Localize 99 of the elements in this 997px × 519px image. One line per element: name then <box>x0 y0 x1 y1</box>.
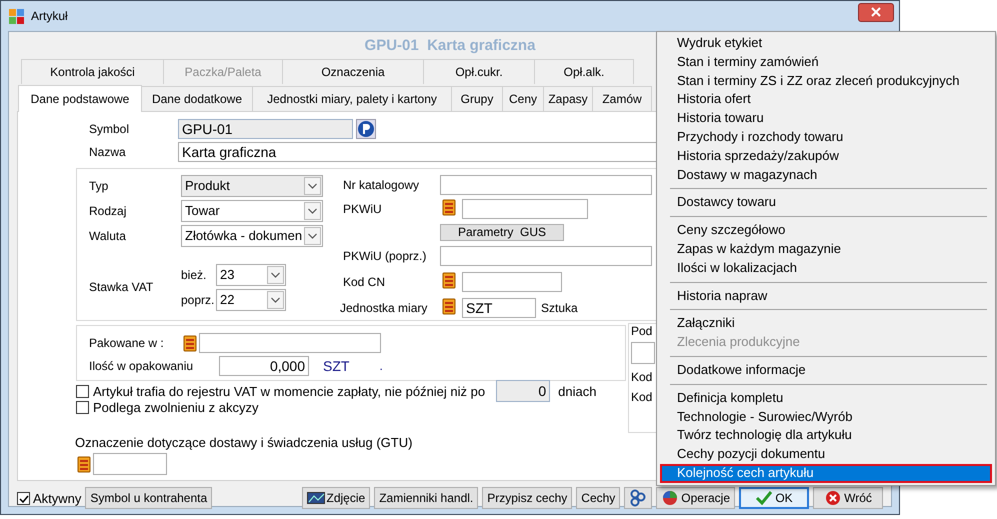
check-icon <box>755 489 774 507</box>
text-field[interactable] <box>462 272 562 292</box>
text-field[interactable] <box>440 175 652 195</box>
dot-mark: . <box>379 359 383 373</box>
group-title: Pod <box>631 324 654 338</box>
menu-item[interactable]: Twórz technologię dla artykułu <box>657 426 995 446</box>
field-label: Kod CN <box>343 275 386 289</box>
links-button[interactable] <box>624 487 652 509</box>
button[interactable]: Symbol u kontrahenta <box>85 487 212 509</box>
unit-description: Sztuka <box>541 300 579 314</box>
menu-item[interactable]: Dostawy w magazynach <box>657 166 995 184</box>
text-field[interactable]: 0,000 <box>219 356 309 376</box>
checkbox-label: Podlega zwolnieniu z akcyzy <box>93 400 258 414</box>
rings-icon <box>629 489 648 507</box>
menu-item[interactable]: Dostawcy towaru <box>657 193 995 212</box>
field-label: Nr katalogowy <box>343 178 420 192</box>
menu-item[interactable]: Historia ofert <box>657 90 995 110</box>
field-label: PKWiU <box>343 202 383 216</box>
text-field[interactable] <box>462 199 588 219</box>
checkbox[interactable] <box>76 384 89 398</box>
text-field[interactable] <box>440 246 652 266</box>
close-button[interactable] <box>858 2 894 22</box>
checkbox[interactable] <box>17 492 30 504</box>
cancel-button[interactable]: Wróć <box>813 487 883 509</box>
tab[interactable]: Dane podstawowe <box>18 85 142 112</box>
field-label: Rodzaj <box>89 204 128 218</box>
field-label: bież. <box>181 268 208 282</box>
list-book-icon[interactable] <box>440 198 458 217</box>
dropdown[interactable]: 22 <box>216 288 286 310</box>
dropdown[interactable]: 23 <box>216 264 286 286</box>
button[interactable]: Zamienniki handl. <box>374 487 478 509</box>
app-logo-icon <box>8 8 25 24</box>
menu-item[interactable]: Przychody i rozchody towaru <box>657 128 995 147</box>
menu-item[interactable]: Załączniki <box>657 314 995 334</box>
unit-text: SZT <box>323 358 350 374</box>
checkbox-label: Aktywny <box>33 490 82 506</box>
caret-icon[interactable] <box>267 290 284 308</box>
checkbox[interactable] <box>76 400 89 414</box>
field-label: PKWiU (poprz.) <box>343 249 428 263</box>
text-field[interactable] <box>631 342 655 364</box>
operations-button[interactable]: Operacje <box>656 487 735 509</box>
text-field[interactable] <box>199 333 381 353</box>
list-book-icon[interactable] <box>75 454 93 474</box>
picture-icon <box>306 490 324 506</box>
checkbox-label: Artykuł trafia do rejestru VAT w momencie zapłaty, nie później niż po <box>93 384 486 398</box>
menu-item[interactable]: Wydruk etykiet <box>657 34 995 53</box>
article-heading: GPU-01 Karta graficzna <box>364 36 536 54</box>
menu-item[interactable]: Cechy pozycji dokumentu <box>657 445 995 464</box>
field-label: Jednostka miary <box>340 300 428 314</box>
list-book-icon[interactable] <box>440 296 458 316</box>
field-label: Nazwa <box>89 145 127 159</box>
caret-icon[interactable] <box>304 226 321 244</box>
tab[interactable]: Zamów <box>592 86 652 111</box>
button[interactable]: Cechy <box>576 487 620 509</box>
menu-item[interactable]: Historia towaru <box>657 109 995 128</box>
gus-parameters-button[interactable]: Parametry GUS <box>440 224 564 240</box>
window-title: Artykuł <box>31 9 68 23</box>
field-label: Ilość w opakowaniu <box>89 359 194 373</box>
pie-icon <box>661 489 680 507</box>
menu-item[interactable]: Ceny szczegółowo <box>657 221 995 240</box>
field-label: Kod <box>631 370 654 384</box>
text-field[interactable]: 0 <box>496 380 550 402</box>
menu-item[interactable]: Stan i terminy zamówień <box>657 52 995 72</box>
text-field[interactable]: SZT <box>462 298 536 318</box>
check-icon <box>18 492 29 504</box>
dropdown[interactable]: Towar <box>181 200 323 222</box>
days-label: dniach <box>558 384 596 398</box>
list-book-icon[interactable] <box>181 334 199 352</box>
text-field[interactable] <box>93 453 167 475</box>
tab[interactable]: Opł.alk. <box>534 59 634 84</box>
caret-icon[interactable] <box>267 266 284 284</box>
menu-item[interactable]: Historia sprzedaży/zakupów <box>657 146 995 166</box>
field-label: Kod <box>631 390 654 404</box>
list-book-icon[interactable] <box>440 271 458 290</box>
menu-item[interactable]: Zapas w każdym magazynie <box>657 240 995 259</box>
field-label: Oznaczenie dotyczące dostawy i świadczenia usług (GTU) <box>75 435 414 452</box>
ok-button[interactable]: OK <box>739 487 809 509</box>
menu-item[interactable]: Historia napraw <box>657 286 995 306</box>
field-label: Waluta <box>89 228 127 242</box>
tab[interactable]: Kontrola jakości <box>21 59 164 84</box>
menu-item[interactable]: Dodatkowe informacje <box>657 360 995 380</box>
p-badge-icon[interactable] <box>356 119 376 139</box>
button[interactable]: Przypisz cechy <box>482 487 572 509</box>
menu-item[interactable]: Technologie - Surowiec/Wyrób <box>657 408 995 426</box>
photo-button[interactable]: Zdjęcie <box>302 487 370 509</box>
caret-icon[interactable] <box>304 202 321 220</box>
menu-item[interactable]: Ilości w lokalizacjach <box>657 258 995 278</box>
menu-item[interactable]: Definicja kompletu <box>657 388 995 408</box>
field-label: Symbol <box>89 122 130 136</box>
menu-item[interactable]: Kolejność cech artykułu <box>660 464 992 483</box>
menu-item[interactable]: Stan i terminy ZS i ZZ oraz zleceń produkcyjnych <box>657 72 995 90</box>
dropdown[interactable]: Złotówka - dokumen <box>181 224 323 246</box>
cancel-icon <box>824 489 842 507</box>
field-label: Pakowane w : <box>89 336 165 350</box>
field-label: Stawka VAT <box>89 280 154 294</box>
close-icon <box>870 6 882 18</box>
field-label: poprz. <box>181 292 216 306</box>
field-label: Typ <box>89 178 110 192</box>
text-field[interactable]: Karta graficzna <box>178 142 658 162</box>
